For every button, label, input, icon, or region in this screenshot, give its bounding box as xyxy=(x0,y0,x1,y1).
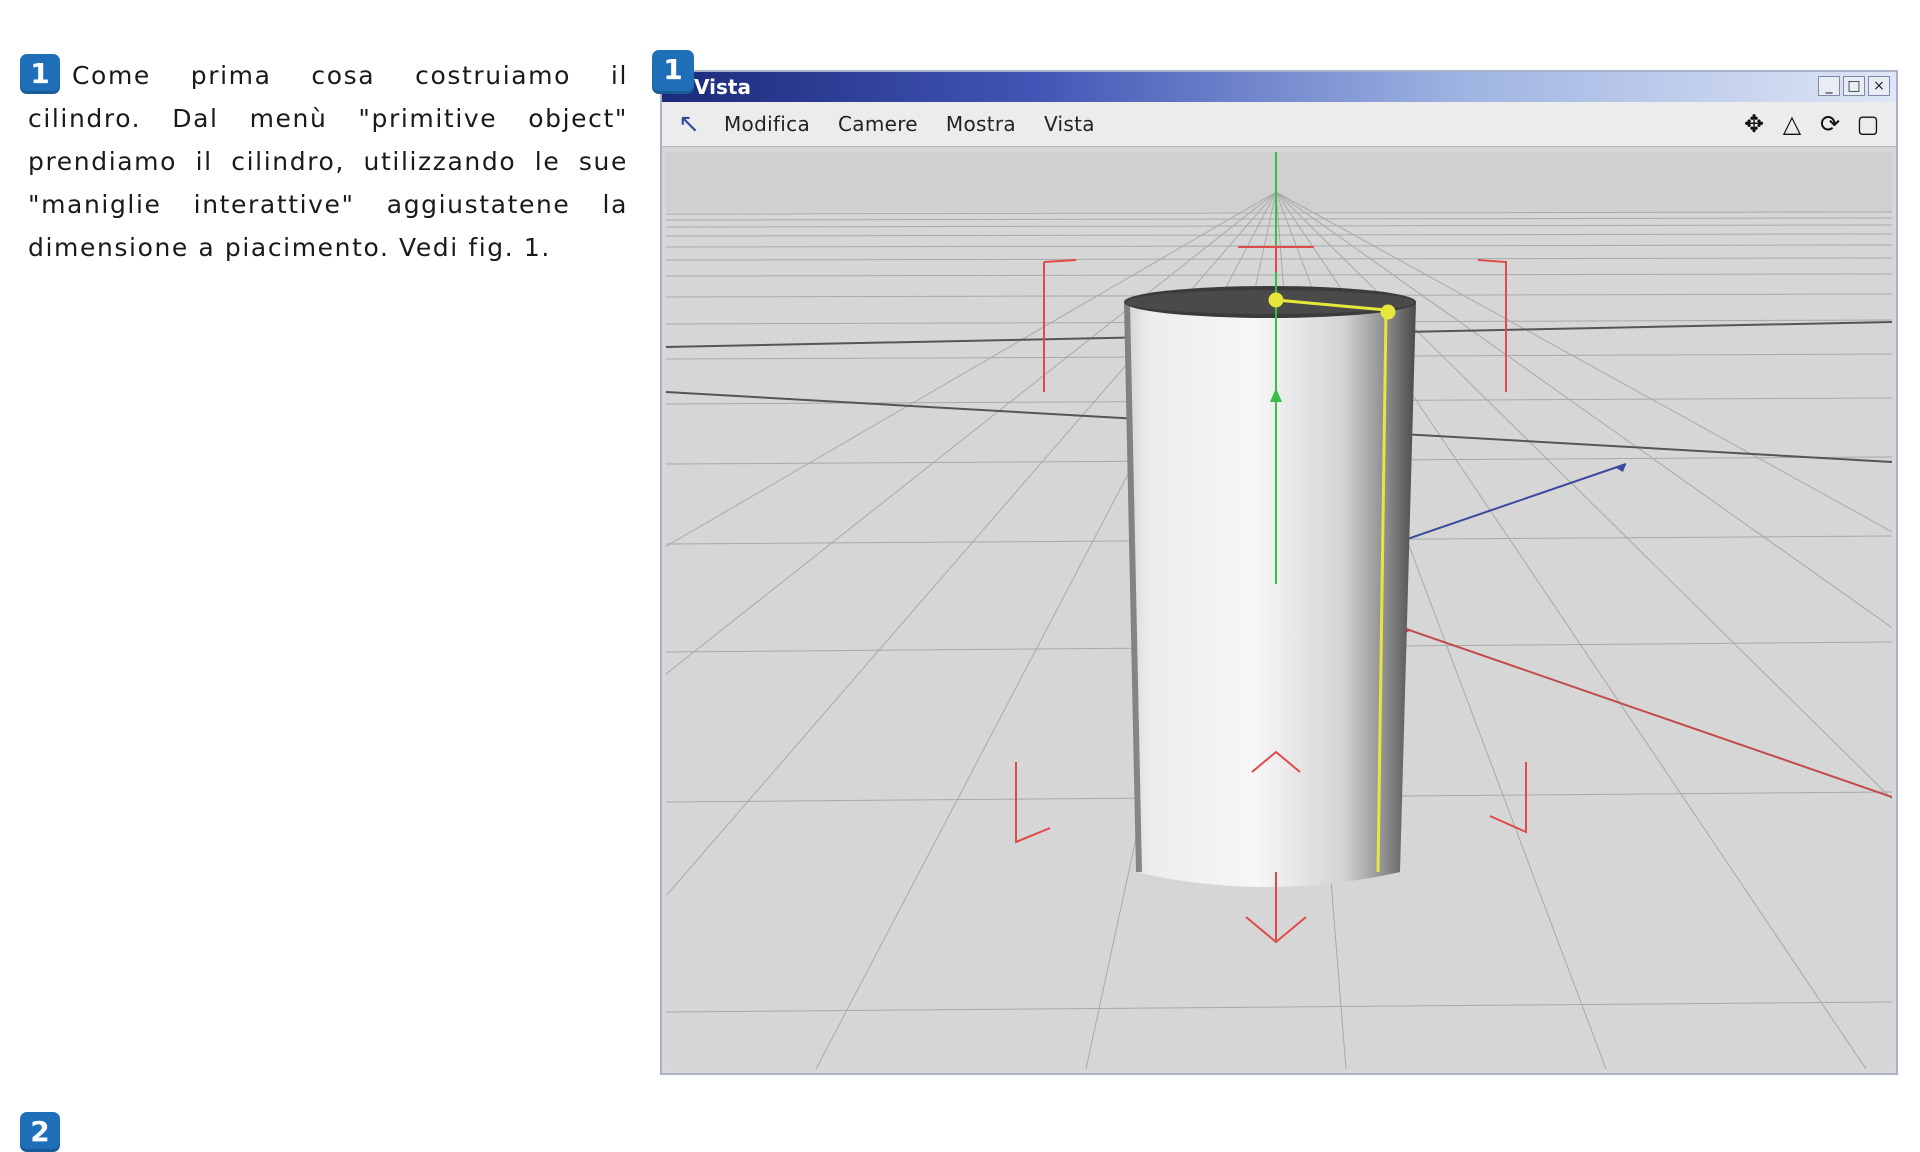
viewport-window: ⬈ Vista _ □ × ↖ Modifica Camere Mostra V… xyxy=(660,70,1898,1075)
zoom-icon[interactable]: △ xyxy=(1778,110,1806,138)
window-controls: _ □ × xyxy=(1818,76,1890,96)
menu-mostra[interactable]: Mostra xyxy=(946,112,1016,136)
navigation-tools: ✥ △ ⟳ ▢ xyxy=(1740,110,1882,138)
step-badge-2: 2 xyxy=(20,1112,60,1152)
cylinder-object xyxy=(1124,286,1416,887)
intro-paragraph: Come prima cosa costruiamo il cilindro. … xyxy=(28,54,628,269)
menubar: ↖ Modifica Camere Mostra Vista ✥ △ ⟳ ▢ xyxy=(662,102,1896,147)
viewport-scene xyxy=(666,152,1892,1069)
menu-modifica[interactable]: Modifica xyxy=(724,112,810,136)
figure-badge-1: 1 xyxy=(652,50,694,94)
rotate-icon[interactable]: ⟳ xyxy=(1816,110,1844,138)
fullscreen-icon[interactable]: ▢ xyxy=(1854,110,1882,138)
move-icon[interactable]: ✥ xyxy=(1740,110,1768,138)
maximize-button[interactable]: □ xyxy=(1843,76,1865,96)
window-title: Vista xyxy=(694,75,751,99)
menu-vista[interactable]: Vista xyxy=(1044,112,1095,136)
pointer-icon[interactable]: ↖ xyxy=(672,107,706,141)
menu-camere[interactable]: Camere xyxy=(838,112,918,136)
window-titlebar[interactable]: ⬈ Vista _ □ × xyxy=(662,72,1896,102)
intro-text: Come prima cosa costruiamo il cilindro. … xyxy=(28,61,628,262)
3d-viewport[interactable] xyxy=(666,152,1892,1069)
minimize-button[interactable]: _ xyxy=(1818,76,1840,96)
close-button[interactable]: × xyxy=(1868,76,1890,96)
